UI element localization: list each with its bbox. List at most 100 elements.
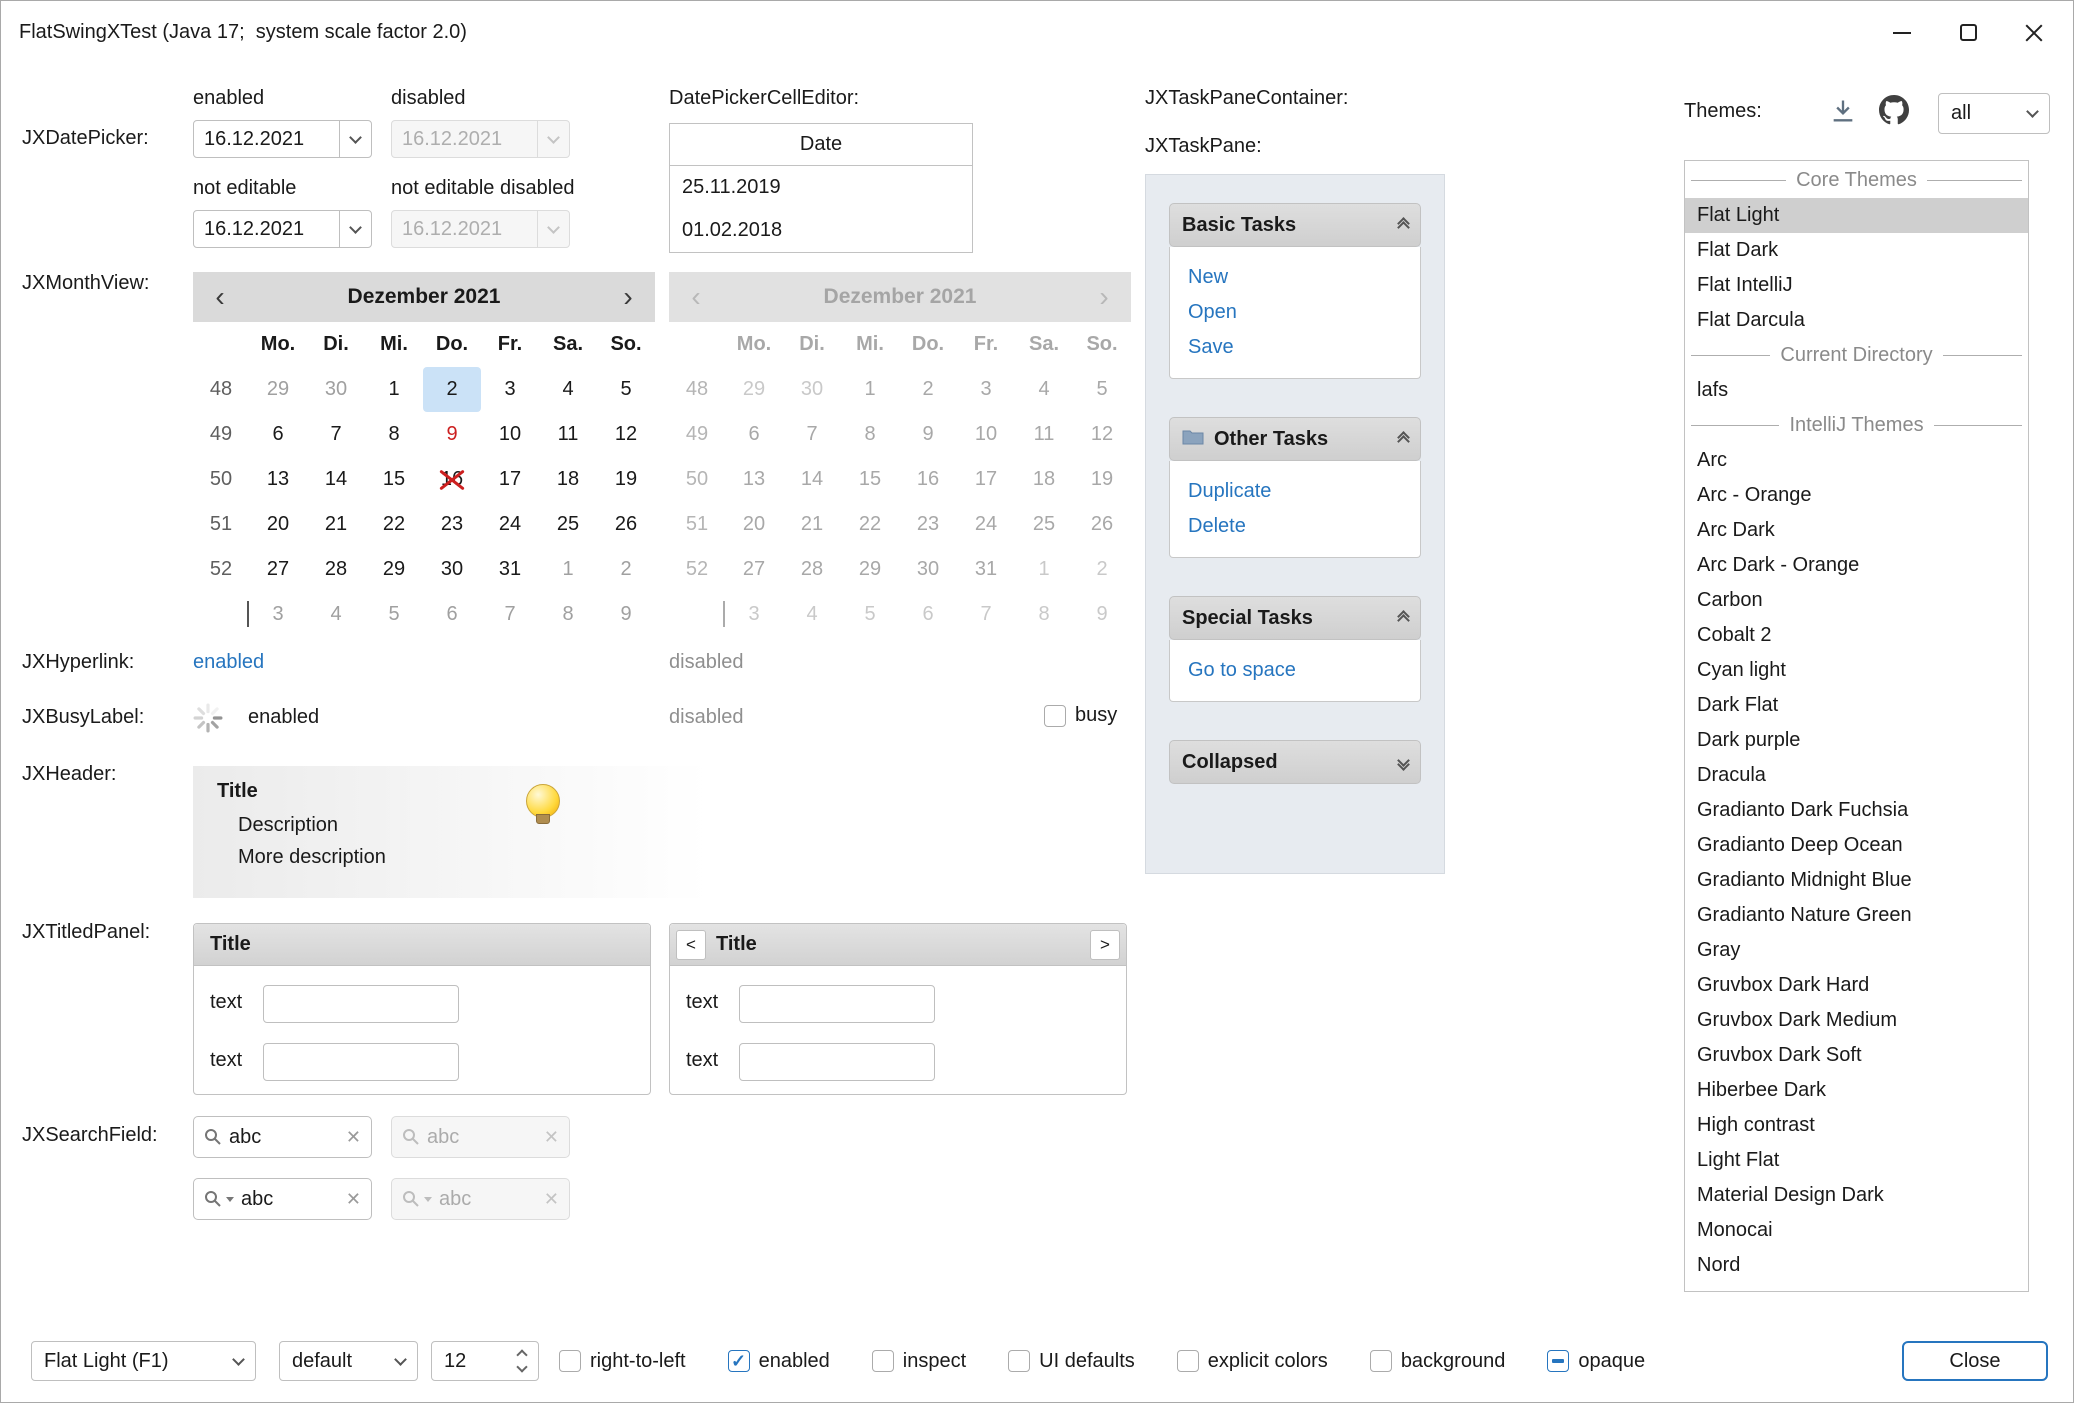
day-cell[interactable]: 24 [481,502,539,547]
table-row[interactable]: 01.02.2018 [670,209,972,252]
task-action-link[interactable]: Delete [1170,509,1420,544]
font-size-spinner[interactable]: 12 [431,1341,539,1381]
day-cell[interactable]: 30 [307,367,365,412]
task-action-link[interactable]: Go to space [1170,653,1420,688]
day-cell[interactable]: 3 [249,592,307,637]
datepicker-dropdown-button[interactable] [339,211,371,247]
checkbox-box[interactable] [1044,705,1066,727]
day-cell[interactable]: 5 [365,592,423,637]
day-cell[interactable]: 20 [249,502,307,547]
checkbox-enabled[interactable]: enabled [728,1350,830,1373]
taskpane-header[interactable]: Other Tasks [1169,417,1421,461]
day-cell[interactable]: 9 [597,592,655,637]
datepicker-dropdown-button[interactable] [339,121,371,157]
taskpane-header[interactable]: Collapsed [1169,740,1421,784]
day-cell[interactable]: 15 [365,457,423,502]
spinner-arrows[interactable] [518,1351,526,1371]
checkbox-explicit-colors[interactable]: explicit colors [1177,1350,1328,1373]
day-cell[interactable]: 2 [423,367,481,412]
day-cell[interactable]: 8 [365,412,423,457]
day-cell[interactable]: 16 [423,457,481,502]
github-icon[interactable] [1879,95,1909,131]
day-cell[interactable]: 8 [539,592,597,637]
theme-list-item[interactable]: Flat Light [1685,198,2028,233]
day-cell[interactable]: 4 [307,592,365,637]
checkbox-box[interactable] [728,1350,750,1372]
taskpane-header[interactable]: Basic Tasks [1169,203,1421,247]
close-window-button[interactable] [2001,1,2067,64]
theme-list-item[interactable]: Gruvbox Dark Soft [1685,1038,2028,1073]
laf-combobox[interactable]: Flat Light (F1) [31,1341,256,1381]
titledpanel-left-button[interactable]: < [676,930,706,960]
theme-list-item[interactable]: Dark purple [1685,723,2028,758]
task-action-link[interactable]: Open [1170,295,1420,330]
font-combobox[interactable]: default [279,1341,418,1381]
theme-list-item[interactable]: Light Flat [1685,1143,2028,1178]
day-cell[interactable]: 6 [249,412,307,457]
theme-list-item[interactable]: Flat Darcula [1685,303,2028,338]
day-cell[interactable]: 31 [481,547,539,592]
theme-list-item[interactable]: Gradianto Dark Fuchsia [1685,793,2028,828]
theme-list-item[interactable]: Cyan light [1685,653,2028,688]
day-cell[interactable]: 2 [597,547,655,592]
text-input[interactable] [263,1043,459,1081]
checkbox-box[interactable] [559,1350,581,1372]
day-cell[interactable]: 1 [365,367,423,412]
task-action-link[interactable]: New [1170,260,1420,295]
day-cell[interactable]: 7 [481,592,539,637]
text-input[interactable] [263,985,459,1023]
datepicker-enabled[interactable]: 16.12.2021 [193,120,372,158]
datepicker-value[interactable]: 16.12.2021 [194,128,339,151]
clear-icon[interactable]: ✕ [346,1127,361,1148]
theme-list-item[interactable]: Arc - Orange [1685,478,2028,513]
day-cell[interactable]: 12 [597,412,655,457]
checkbox-opaque[interactable]: opaque [1547,1350,1645,1373]
theme-list-item[interactable]: Carbon [1685,583,2028,618]
searchfield-with-menu-enabled[interactable]: abc ✕ [193,1178,372,1220]
day-cell[interactable]: 6 [423,592,481,637]
checkbox-box[interactable] [1547,1350,1569,1372]
theme-list-item[interactable]: Gradianto Midnight Blue [1685,863,2028,898]
theme-list-item[interactable]: Gruvbox Dark Medium [1685,1003,2028,1038]
day-cell[interactable]: 23 [423,502,481,547]
chevron-double-up-icon[interactable] [1399,221,1408,229]
chevron-double-up-icon[interactable] [1399,435,1408,443]
busy-checkbox[interactable]: busy [1044,704,1117,727]
themes-filter-combobox[interactable]: all [1938,93,2050,134]
text-input[interactable] [739,1043,935,1081]
day-cell[interactable]: 9 [423,412,481,457]
checkbox-box[interactable] [872,1350,894,1372]
titledpanel-right-button[interactable]: > [1090,930,1120,960]
day-cell[interactable]: 5 [597,367,655,412]
theme-list-item[interactable]: Arc [1685,443,2028,478]
clear-icon[interactable]: ✕ [346,1189,361,1210]
task-action-link[interactable]: Duplicate [1170,474,1420,509]
theme-list-item[interactable]: Hiberbee Dark [1685,1073,2028,1108]
datepicker-not-editable[interactable]: 16.12.2021 [193,210,372,248]
theme-list-item[interactable]: Monocai [1685,1213,2028,1248]
theme-list-item[interactable]: Arc Dark - Orange [1685,548,2028,583]
day-cell[interactable]: 18 [539,457,597,502]
day-cell[interactable]: 21 [307,502,365,547]
checkbox-box[interactable] [1370,1350,1392,1372]
task-action-link[interactable]: Save [1170,330,1420,365]
checkbox-inspect[interactable]: inspect [872,1350,966,1373]
day-cell[interactable]: 1 [539,547,597,592]
theme-list-item[interactable]: Cobalt 2 [1685,618,2028,653]
theme-list-item[interactable]: Gruvbox Dark Hard [1685,968,2028,1003]
close-button[interactable]: Close [1902,1341,2048,1381]
hyperlink-enabled[interactable]: enabled [193,651,264,674]
checkbox-ui-defaults[interactable]: UI defaults [1008,1350,1135,1373]
theme-list-item[interactable]: Nord [1685,1248,2028,1283]
theme-list-item[interactable]: Gradianto Deep Ocean [1685,828,2028,863]
spinner-value[interactable]: 12 [444,1350,466,1373]
day-cell[interactable]: 4 [539,367,597,412]
checkbox-box[interactable] [1177,1350,1199,1372]
searchfield-enabled[interactable]: abc ✕ [193,1116,372,1158]
text-input[interactable] [739,985,935,1023]
day-cell[interactable]: 26 [597,502,655,547]
day-cell[interactable]: 27 [249,547,307,592]
theme-list-item[interactable]: Flat IntelliJ [1685,268,2028,303]
table-row[interactable]: 25.11.2019 [670,166,972,209]
theme-list-item[interactable]: Arc Dark [1685,513,2028,548]
